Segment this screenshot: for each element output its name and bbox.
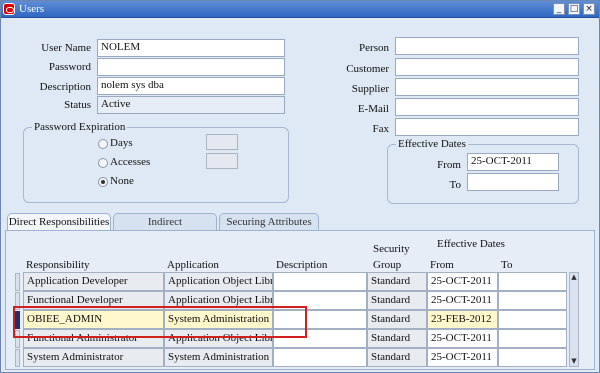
table-row-security-group[interactable]: Standard bbox=[367, 348, 427, 367]
effective-to-label: To bbox=[449, 179, 461, 191]
table-row-security-group[interactable]: Standard bbox=[367, 272, 427, 291]
password-expiration-group: Password Expiration bbox=[23, 121, 289, 203]
table-row-application[interactable]: Application Object Library bbox=[164, 272, 273, 291]
none-radio-label: None bbox=[110, 175, 134, 187]
table-row-security-group[interactable]: Standard bbox=[367, 291, 427, 310]
customer-field[interactable] bbox=[395, 58, 579, 76]
none-radio[interactable] bbox=[98, 177, 108, 187]
table-row-from[interactable]: 23-FEB-2012 bbox=[427, 310, 498, 329]
description-field[interactable]: nolem sys dba bbox=[97, 77, 285, 95]
table-row-from[interactable]: 25-OCT-2011 bbox=[427, 329, 498, 348]
accesses-radio[interactable] bbox=[98, 158, 108, 168]
status-field: Active bbox=[97, 96, 285, 114]
table-row-from[interactable]: 25-OCT-2011 bbox=[427, 272, 498, 291]
tab-indirect-responsibilities[interactable]: Indirect Responsibilities bbox=[113, 213, 217, 245]
days-radio[interactable] bbox=[98, 139, 108, 149]
table-row-application[interactable]: System Administration bbox=[164, 348, 273, 367]
password-label: Password bbox=[48, 61, 91, 73]
fax-label: Fax bbox=[372, 123, 390, 135]
table-row-from[interactable]: 25-OCT-2011 bbox=[427, 291, 498, 310]
title-bar: Users _ □ × bbox=[1, 1, 599, 18]
fax-field[interactable] bbox=[395, 118, 579, 136]
tab-securing-attributes[interactable]: Securing Attributes bbox=[219, 213, 319, 231]
to-header: To bbox=[501, 259, 513, 271]
table-row-security-group[interactable]: Standard bbox=[367, 310, 427, 329]
window-title: Users bbox=[19, 3, 45, 15]
password-expiration-title: Password Expiration bbox=[32, 121, 128, 133]
person-label: Person bbox=[359, 42, 389, 54]
row-marker[interactable] bbox=[15, 273, 20, 291]
annotation-highlight-box bbox=[13, 306, 307, 338]
accesses-radio-label: Accesses bbox=[110, 156, 151, 168]
supplier-label: Supplier bbox=[351, 83, 389, 95]
maximize-button[interactable]: □ bbox=[568, 3, 580, 15]
application-header: Application bbox=[167, 259, 219, 271]
effective-dates-header: Effective Dates bbox=[437, 238, 505, 250]
from-header: From bbox=[430, 259, 454, 271]
scroll-down-arrow-icon[interactable]: ▼ bbox=[570, 357, 578, 366]
accesses-field[interactable] bbox=[206, 153, 238, 169]
days-radio-label: Days bbox=[110, 137, 133, 149]
table-row-to[interactable] bbox=[498, 329, 567, 348]
table-row-responsibility[interactable]: System Administrator bbox=[23, 348, 164, 367]
tab-direct-responsibilities[interactable]: Direct Responsibilities bbox=[7, 213, 111, 231]
user-name-label: User Name bbox=[41, 42, 91, 54]
table-row-from[interactable]: 25-OCT-2011 bbox=[427, 348, 498, 367]
close-button[interactable]: × bbox=[583, 3, 595, 15]
days-field[interactable] bbox=[206, 134, 238, 150]
table-row-description[interactable] bbox=[273, 348, 367, 367]
table-row-to[interactable] bbox=[498, 348, 567, 367]
description-label: Description bbox=[39, 81, 91, 93]
password-field[interactable] bbox=[97, 58, 285, 76]
effective-to-field[interactable] bbox=[467, 173, 559, 191]
user-name-field[interactable]: NOLEM bbox=[97, 39, 285, 57]
customer-label: Customer bbox=[346, 63, 389, 75]
effective-from-label: From bbox=[437, 159, 461, 171]
minimize-button[interactable]: _ bbox=[553, 3, 565, 15]
table-vertical-scrollbar[interactable]: ▲ ▼ bbox=[569, 272, 579, 367]
person-field[interactable] bbox=[395, 37, 579, 55]
status-label: Status bbox=[64, 99, 91, 111]
row-marker[interactable] bbox=[15, 349, 20, 367]
table-row-to[interactable] bbox=[498, 272, 567, 291]
email-label: E-Mail bbox=[357, 103, 389, 115]
table-row-responsibility[interactable]: Application Developer bbox=[23, 272, 164, 291]
effective-from-field[interactable]: 25-OCT-2011 bbox=[467, 153, 559, 171]
security-group-header-line2: Group bbox=[373, 259, 402, 271]
description-header: Description bbox=[276, 259, 328, 271]
effective-dates-title: Effective Dates bbox=[396, 138, 468, 150]
oracle-app-icon bbox=[3, 3, 15, 15]
table-row-security-group[interactable]: Standard bbox=[367, 329, 427, 348]
table-row-to[interactable] bbox=[498, 291, 567, 310]
security-group-header-line1: Security bbox=[373, 243, 410, 255]
email-field[interactable] bbox=[395, 98, 579, 116]
users-window: Users _ □ × User Name NOLEM Password Des… bbox=[0, 0, 600, 373]
scroll-up-arrow-icon[interactable]: ▲ bbox=[570, 273, 578, 282]
responsibility-header: Responsibility bbox=[26, 259, 90, 271]
table-row-description[interactable] bbox=[273, 272, 367, 291]
table-row-to[interactable] bbox=[498, 310, 567, 329]
supplier-field[interactable] bbox=[395, 78, 579, 96]
